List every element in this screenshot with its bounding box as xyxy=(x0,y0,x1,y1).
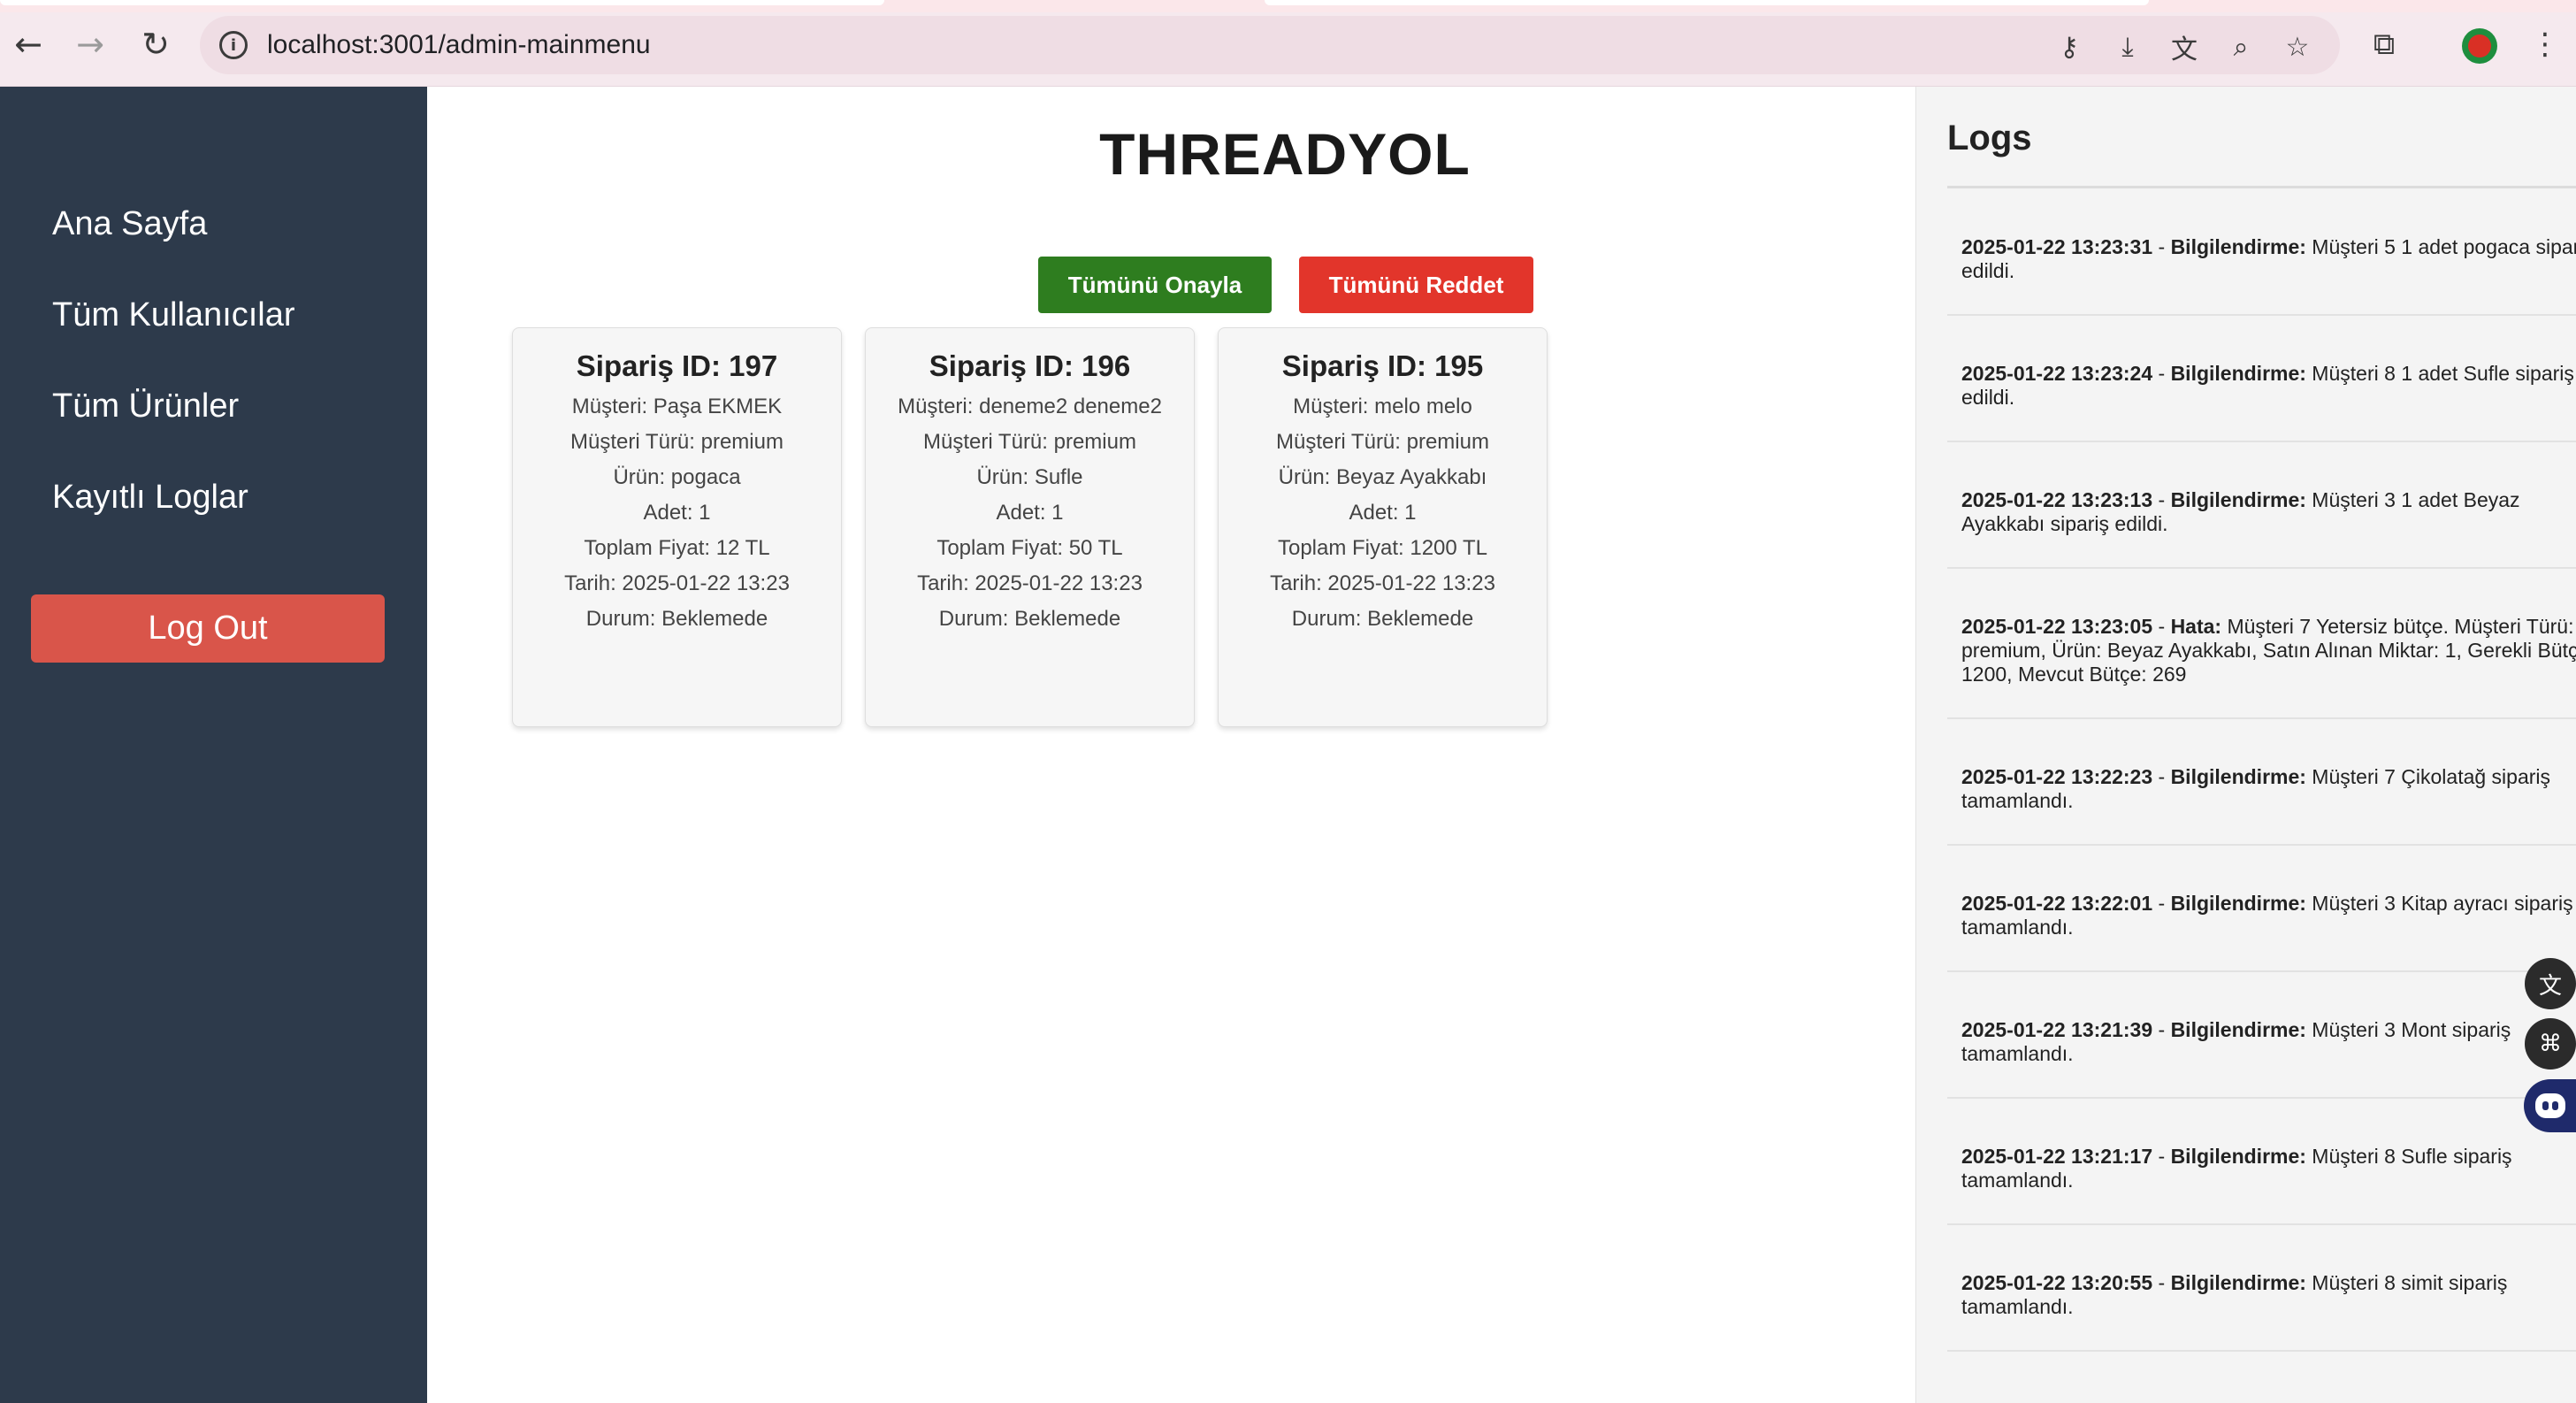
order-date: Tarih: 2025-01-22 13:23 xyxy=(564,571,790,595)
log-time: 2025-01-22 13:23:05 xyxy=(1961,615,2153,638)
order-quantity: Adet: 1 xyxy=(996,501,1064,525)
menu-icon[interactable]: ⋮ xyxy=(2524,23,2566,65)
log-type: Bilgilendirme: xyxy=(2170,1271,2306,1294)
site-info-icon[interactable]: i xyxy=(219,31,248,59)
assistant-bot-icon[interactable] xyxy=(2524,1079,2576,1132)
apps-float-icon[interactable]: ⌘ xyxy=(2525,1018,2576,1070)
install-icon[interactable]: ⤓ xyxy=(2110,29,2145,65)
log-entry: 2025-01-22 13:23:13 - Bilgilendirme: Müş… xyxy=(1947,442,2576,569)
log-entry: 2025-01-22 13:21:17 - Bilgilendirme: Müş… xyxy=(1947,1099,2576,1225)
log-separator: - xyxy=(2152,615,2171,638)
log-separator: - xyxy=(2152,235,2171,258)
log-separator: - xyxy=(2152,892,2171,915)
log-entry: 2025-01-22 13:22:23 - Bilgilendirme: Müş… xyxy=(1947,719,2576,846)
order-date: Tarih: 2025-01-22 13:23 xyxy=(917,571,1143,595)
log-entry: 2025-01-22 13:23:31 - Bilgilendirme: Müş… xyxy=(1947,189,2576,316)
log-separator: - xyxy=(2152,1271,2171,1294)
log-time: 2025-01-22 13:21:17 xyxy=(1961,1145,2153,1168)
sidebar-item-ana-sayfa[interactable]: Ana Sayfa xyxy=(52,205,207,243)
order-product: Ürün: Beyaz Ayakkabı xyxy=(1278,465,1487,489)
key-icon[interactable]: ⚷ xyxy=(2052,29,2087,65)
log-entry: 2025-01-22 13:22:01 - Bilgilendirme: Müş… xyxy=(1947,846,2576,972)
translate-float-icon[interactable]: 文 xyxy=(2525,958,2576,1009)
logs-panel[interactable]: Logs 2025-01-22 13:23:31 - Bilgilendirme… xyxy=(1915,87,2576,1403)
order-customer-type: Müşteri Türü: premium xyxy=(1276,430,1489,454)
order-product: Ürün: pogaca xyxy=(613,465,741,489)
main-content: THREADYOL Tümünü Onayla Tümünü Reddet Si… xyxy=(427,87,1915,1403)
sidebar: Ana Sayfa Tüm Kullanıcılar Tüm Ürünler K… xyxy=(0,87,427,1403)
log-type: Bilgilendirme: xyxy=(2170,765,2306,788)
order-quantity: Adet: 1 xyxy=(1349,501,1417,525)
log-type: Hata: xyxy=(2170,615,2222,638)
order-customer-type: Müşteri Türü: premium xyxy=(923,430,1136,454)
order-customer: Müşteri: deneme2 deneme2 xyxy=(898,395,1162,418)
page-title: THREADYOL xyxy=(1099,121,1471,187)
browser-tab[interactable] xyxy=(0,0,884,5)
order-card: Sipariş ID: 197 Müşteri: Paşa EKMEK Müşt… xyxy=(512,327,842,727)
approve-all-button[interactable]: Tümünü Onayla xyxy=(1038,257,1272,313)
order-customer: Müşteri: Paşa EKMEK xyxy=(571,395,783,418)
order-quantity: Adet: 1 xyxy=(643,501,711,525)
address-bar[interactable]: i localhost:3001/admin-mainmenu ⚷ ⤓ 文 ⌕ … xyxy=(200,16,2340,74)
order-customer-type: Müşteri Türü: premium xyxy=(570,430,784,454)
log-type: Bilgilendirme: xyxy=(2170,362,2306,385)
forward-icon[interactable]: → xyxy=(69,23,111,65)
order-product: Ürün: Sufle xyxy=(976,465,1083,489)
order-total: Toplam Fiyat: 12 TL xyxy=(584,536,770,560)
url-text[interactable]: localhost:3001/admin-mainmenu xyxy=(267,30,651,60)
order-customer: Müşteri: melo melo xyxy=(1293,395,1472,418)
log-type: Bilgilendirme: xyxy=(2170,235,2306,258)
log-separator: - xyxy=(2152,1145,2171,1168)
sidebar-item-logs[interactable]: Kayıtlı Loglar xyxy=(52,479,248,517)
logout-button[interactable]: Log Out xyxy=(31,594,385,663)
zoom-icon[interactable]: ⌕ xyxy=(2223,29,2259,65)
log-time: 2025-01-22 13:22:23 xyxy=(1961,765,2153,788)
browser-tab[interactable] xyxy=(1265,0,2149,5)
log-separator: - xyxy=(2152,362,2171,385)
extensions-icon[interactable]: ⧉ xyxy=(2363,23,2405,65)
order-status: Durum: Beklemede xyxy=(938,607,1121,631)
logs-title: Logs xyxy=(1947,119,2032,157)
tab-strip xyxy=(0,0,2576,12)
star-icon[interactable]: ☆ xyxy=(2280,29,2315,65)
sidebar-item-users[interactable]: Tüm Kullanıcılar xyxy=(52,296,295,334)
log-entry: 2025-01-22 13:23:24 - Bilgilendirme: Müş… xyxy=(1947,316,2576,442)
log-type: Bilgilendirme: xyxy=(2170,1145,2306,1168)
logs-divider xyxy=(1947,186,2576,188)
order-status: Durum: Beklemede xyxy=(1291,607,1474,631)
back-icon[interactable]: ← xyxy=(7,23,50,65)
log-type: Bilgilendirme: xyxy=(2170,1018,2306,1041)
log-separator: - xyxy=(2152,765,2171,788)
order-id: Sipariş ID: 196 xyxy=(929,349,1131,382)
log-time: 2025-01-22 13:20:55 xyxy=(1961,1271,2153,1294)
log-time: 2025-01-22 13:23:13 xyxy=(1961,488,2153,511)
log-time: 2025-01-22 13:21:39 xyxy=(1961,1018,2153,1041)
browser-toolbar: ← → ↻ i localhost:3001/admin-mainmenu ⚷ … xyxy=(0,0,2576,87)
log-time: 2025-01-22 13:23:24 xyxy=(1961,362,2153,385)
order-status: Durum: Beklemede xyxy=(585,607,768,631)
order-total: Toplam Fiyat: 50 TL xyxy=(936,536,1123,560)
log-separator: - xyxy=(2152,1018,2171,1041)
log-entry: 2025-01-22 13:23:05 - Hata: Müşteri 7 Ye… xyxy=(1947,569,2576,719)
order-id: Sipariş ID: 195 xyxy=(1281,349,1484,382)
log-entry: 2025-01-22 13:21:39 - Bilgilendirme: Müş… xyxy=(1947,972,2576,1099)
order-date: Tarih: 2025-01-22 13:23 xyxy=(1270,571,1495,595)
order-card: Sipariş ID: 195 Müşteri: melo melo Müşte… xyxy=(1218,327,1548,727)
translate-icon[interactable]: 文 xyxy=(2167,29,2202,65)
log-type: Bilgilendirme: xyxy=(2170,892,2306,915)
log-time: 2025-01-22 13:22:01 xyxy=(1961,892,2153,915)
log-separator: - xyxy=(2152,488,2171,511)
order-card: Sipariş ID: 196 Müşteri: deneme2 deneme2… xyxy=(865,327,1195,727)
log-type: Bilgilendirme: xyxy=(2170,488,2306,511)
reject-all-button[interactable]: Tümünü Reddet xyxy=(1299,257,1533,313)
order-total: Toplam Fiyat: 1200 TL xyxy=(1277,536,1487,560)
reload-icon[interactable]: ↻ xyxy=(134,23,177,65)
log-time: 2025-01-22 13:23:31 xyxy=(1961,235,2153,258)
order-id: Sipariş ID: 197 xyxy=(576,349,778,382)
log-entry: 2025-01-22 13:20:55 - Bilgilendirme: Müş… xyxy=(1947,1225,2576,1352)
sidebar-item-products[interactable]: Tüm Ürünler xyxy=(52,387,239,426)
profile-avatar[interactable] xyxy=(2462,28,2497,64)
